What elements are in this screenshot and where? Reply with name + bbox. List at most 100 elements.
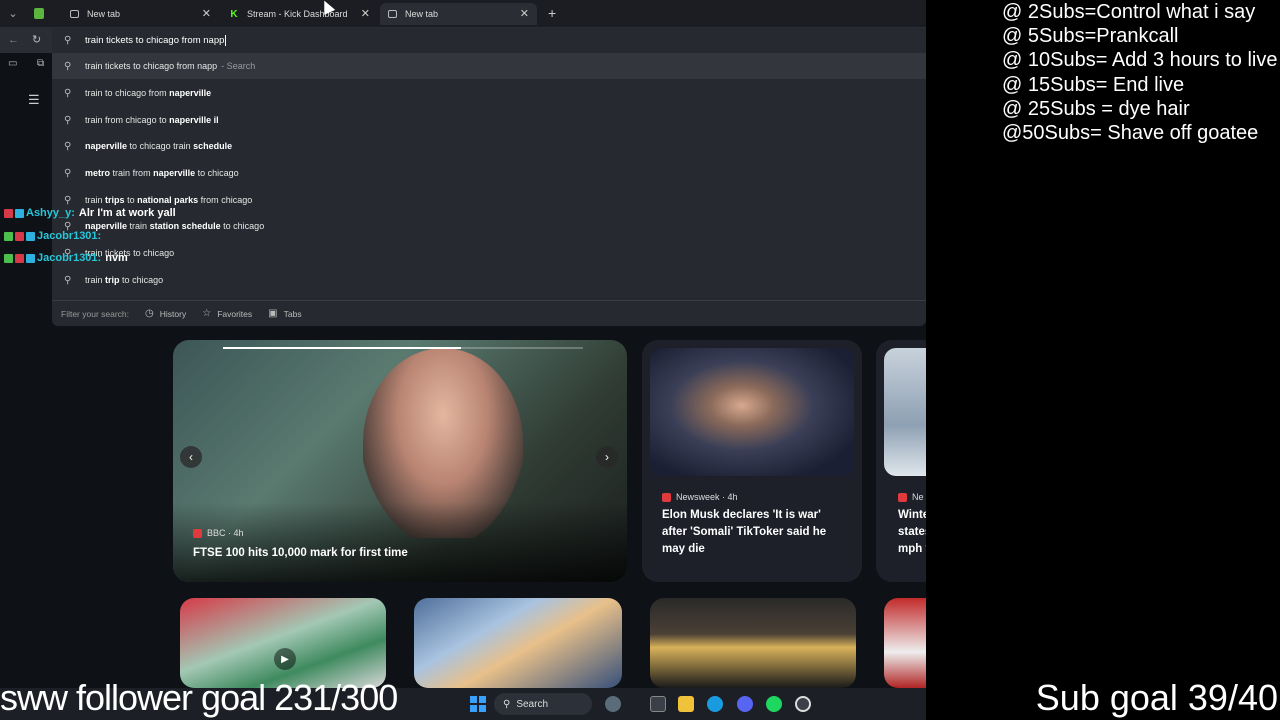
chat-text: nvm: [105, 252, 128, 264]
badge-icon: [4, 231, 13, 241]
chat-username: Jacobr1301:: [37, 252, 102, 264]
tab-new-tab-1[interactable]: New tab ✕: [62, 3, 219, 25]
address-bar-dropdown: ⚲ train tickets to chicago from napp ⚲ t…: [52, 28, 926, 326]
newsweek-logo-icon: [662, 492, 671, 502]
chat-message: Ashyy_y: Alr I'm at work yall: [4, 207, 176, 219]
edge-browser-icon[interactable]: [707, 696, 723, 712]
filter-tabs-button[interactable]: ▣ Tabs: [268, 308, 301, 319]
tab-actions-chevron-icon[interactable]: ⌄: [0, 0, 26, 27]
kick-icon: K: [230, 8, 238, 20]
history-icon: ◷: [145, 308, 154, 319]
news-logo-icon: [898, 492, 907, 502]
news-card-side[interactable]: Newsweek · 4h Elon Musk declares 'It is …: [642, 340, 862, 582]
tab-new-tab-2[interactable]: New tab ✕: [380, 3, 537, 25]
suggestion-item[interactable]: ⚲ train to chicago from naperville: [52, 80, 926, 106]
search-icon: ⚲: [64, 60, 72, 72]
news-card-main[interactable]: ‹ › BBC · 4h FTSE 100 hits 10,000 mark f…: [173, 340, 627, 582]
search-icon: ⚲: [64, 140, 72, 152]
tab-label: New tab: [405, 9, 439, 19]
news-thumbnail[interactable]: [414, 598, 622, 688]
tab-kick-dashboard[interactable]: K Stream - Kick Dashboard ✕: [221, 3, 378, 25]
page-icon: [388, 10, 397, 18]
suggestion-item[interactable]: ⚲ train trip to chicago: [52, 267, 926, 293]
search-icon: ⚲: [64, 194, 72, 206]
spotify-icon[interactable]: [766, 696, 782, 712]
news-source: Ne: [898, 492, 924, 502]
search-icon: ⚲: [64, 34, 72, 46]
follower-goal-text: sww follower goal 231/300: [0, 677, 398, 718]
suggestion-item[interactable]: ⚲ naperville to chicago train schedule: [52, 133, 926, 159]
file-explorer-icon[interactable]: [678, 696, 694, 712]
bbc-logo-icon: [193, 528, 202, 538]
news-thumbnail[interactable]: [884, 598, 926, 688]
shopify-icon: [34, 8, 44, 19]
search-icon: ⚲: [64, 87, 72, 99]
suggestion-item[interactable]: ⚲ train tickets to chicago: [52, 240, 926, 266]
windows-start-icon[interactable]: [470, 696, 486, 712]
chat-text: Alr I'm at work yall: [78, 207, 176, 219]
new-tab-plus-icon[interactable]: +: [548, 5, 556, 21]
toolbar-side-icons: ▭ ⧉: [0, 53, 52, 75]
suggestion-item[interactable]: ⚲ naperville train station schedule to ch…: [52, 213, 926, 239]
badge-icon: [15, 231, 24, 241]
refresh-icon[interactable]: ↻: [32, 33, 41, 46]
news-headline[interactable]: Winte states mph v: [898, 507, 926, 558]
task-view-icon[interactable]: [650, 696, 666, 712]
suggestion-item[interactable]: ⚲ train trips to national parks from chic…: [52, 187, 926, 213]
chat-username: Ashyy_y:: [26, 207, 75, 219]
reading-view-icon[interactable]: ▭: [8, 58, 17, 69]
page-icon: [70, 10, 79, 18]
search-icon: ⚲: [64, 274, 72, 286]
address-bar-input[interactable]: ⚲ train tickets to chicago from napp: [52, 28, 926, 52]
badge-icon: [26, 231, 35, 241]
filter-history-button[interactable]: ◷ History: [145, 308, 186, 319]
news-photo: [884, 348, 926, 476]
discord-icon[interactable]: [737, 696, 753, 712]
search-filter-row: Filter your search: ◷ History ☆ Favorites …: [52, 300, 926, 326]
close-icon[interactable]: ✕: [202, 7, 211, 20]
news-thumbnail[interactable]: [650, 598, 856, 688]
news-source: BBC · 4h: [193, 528, 244, 538]
steam-icon[interactable]: [795, 696, 811, 712]
pinned-tab[interactable]: [26, 0, 52, 27]
back-arrow-icon[interactable]: ←: [8, 34, 19, 46]
chat-message: Jacobr1301:: [4, 230, 105, 242]
chat-message: Jacobr1301: nvm: [4, 252, 128, 264]
carousel-progress: [223, 347, 583, 349]
reward-line: @ 5Subs=Prankcall: [1002, 25, 1179, 48]
suggestion-item[interactable]: ⚲ train tickets to chicago from napp - S…: [52, 53, 926, 79]
taskbar-search[interactable]: ⚲ Search: [494, 693, 592, 715]
browser-window: ⌄ New tab ✕ K Stream - Kick Dashboard ✕ …: [0, 0, 926, 720]
close-icon[interactable]: ✕: [520, 7, 529, 20]
search-icon: ⚲: [64, 167, 72, 179]
sub-rewards-list: @ 2Subs=Control what i say @ 5Subs=Prank…: [1002, 0, 1280, 145]
filter-label: Filter your search:: [61, 308, 130, 319]
filter-favorites-button[interactable]: ☆ Favorites: [202, 308, 252, 319]
reward-line: @ 10Subs= Add 3 hours to live: [1002, 49, 1278, 72]
menu-hamburger-icon[interactable]: ☰: [28, 92, 40, 108]
news-thumbnail-video[interactable]: ▶: [180, 598, 386, 688]
suggestion-item[interactable]: ⚲ metro train from naperville to chicago: [52, 160, 926, 186]
star-icon: ☆: [202, 308, 212, 319]
news-photo: [650, 348, 854, 476]
news-source: Newsweek · 4h: [662, 492, 738, 502]
badge-icon: [15, 253, 24, 263]
sub-goal-text: Sub goal 39/40: [1035, 677, 1278, 718]
reward-line: @ 25Subs = dye hair: [1002, 97, 1190, 120]
carousel-prev-chevron-icon[interactable]: ‹: [180, 446, 202, 468]
play-icon[interactable]: ▶: [274, 648, 296, 670]
search-icon: ⚲: [503, 698, 511, 710]
reward-line: @ 15Subs= End live: [1002, 73, 1185, 96]
carousel-next-chevron-icon[interactable]: ›: [596, 446, 618, 468]
badge-icon: [4, 253, 13, 263]
suggestion-item[interactable]: ⚲ train from chicago to naperville il: [52, 107, 926, 133]
screen: ⌄ New tab ✕ K Stream - Kick Dashboard ✕ …: [0, 0, 1280, 720]
tab-label: New tab: [87, 9, 121, 19]
close-icon[interactable]: ✕: [361, 7, 370, 20]
news-headline[interactable]: FTSE 100 hits 10,000 mark for first time: [193, 545, 613, 562]
news-card-edge[interactable]: Ne Winte states mph v: [876, 340, 926, 582]
news-headline[interactable]: Elon Musk declares 'It is war' after 'So…: [662, 507, 842, 558]
widgets-icon[interactable]: [605, 696, 621, 712]
collections-icon[interactable]: ⧉: [37, 58, 44, 69]
reward-line: @50Subs= Shave off goatee: [1002, 122, 1259, 145]
